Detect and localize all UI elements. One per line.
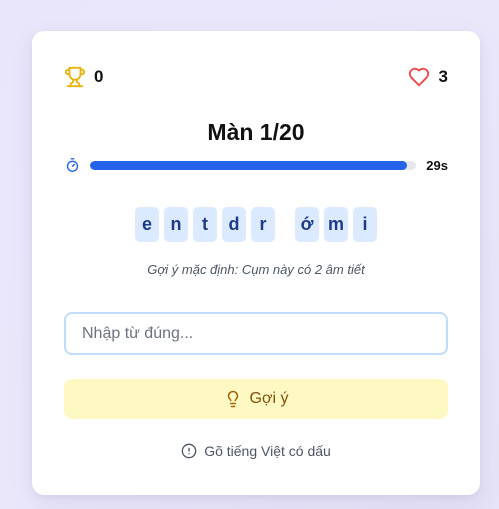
stats-bar: 0 3 <box>64 65 448 89</box>
trophy-icon <box>64 66 86 88</box>
heart-icon <box>407 66 431 88</box>
footer-note: Gõ tiếng Việt có dấu <box>32 443 480 459</box>
game-card: 0 3 Màn 1/20 29s entdr ớmi Gợi ý mặc địn… <box>32 31 480 495</box>
letter-tile: i <box>353 207 377 242</box>
hint-button[interactable]: Gợi ý <box>64 379 448 419</box>
answer-input[interactable] <box>64 312 448 355</box>
info-circle-icon <box>181 443 197 459</box>
letter-tile: e <box>135 207 159 242</box>
tile-space <box>280 207 290 242</box>
lightbulb-icon <box>224 389 242 409</box>
letter-tile: ớ <box>295 207 319 242</box>
time-progress-bar <box>90 160 417 170</box>
letter-tile: d <box>222 207 246 242</box>
score-stat: 0 <box>64 66 103 88</box>
level-title: Màn 1/20 <box>207 119 305 145</box>
score-value: 0 <box>94 67 104 86</box>
letter-tile: m <box>324 207 348 242</box>
hint-button-label: Gợi ý <box>249 390 289 407</box>
footer-note-text: Gõ tiếng Việt có dấu <box>204 443 331 459</box>
scrambled-tiles: entdr ớmi <box>32 207 480 242</box>
lives-stat: 3 <box>407 66 448 88</box>
stopwatch-icon <box>65 157 80 173</box>
lives-value: 3 <box>438 67 448 86</box>
letter-tile: r <box>251 207 275 242</box>
letter-tile: t <box>193 207 217 242</box>
letter-tile: n <box>164 207 188 242</box>
time-remaining: 29s <box>426 157 448 173</box>
timer-row: 29s <box>65 155 448 175</box>
default-hint-text: Gợi ý mặc định: Cụm này có 2 âm tiết <box>147 262 365 277</box>
time-progress-fill <box>90 160 407 170</box>
